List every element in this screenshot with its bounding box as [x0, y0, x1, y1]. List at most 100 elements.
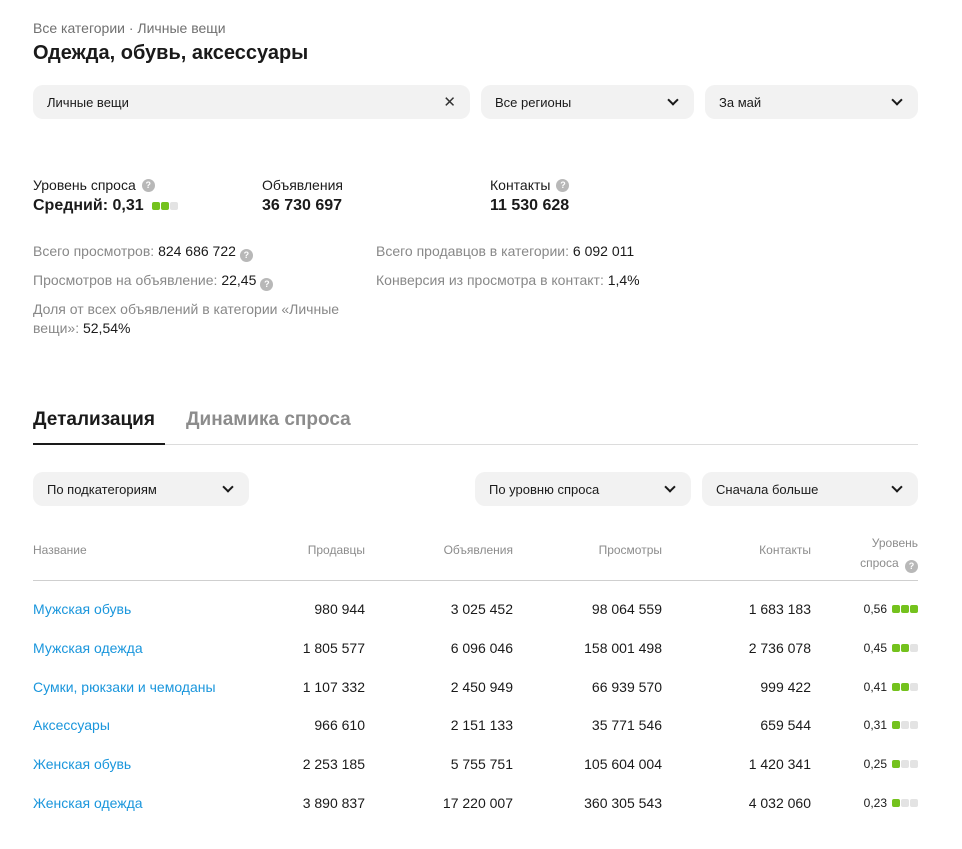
column-header-demand[interactable]: Уровень спроса ? — [860, 533, 918, 573]
contacts-label: Контакты ? — [490, 177, 570, 193]
contacts-value: 11 530 628 — [490, 197, 570, 214]
clear-icon[interactable]: ✕ — [443, 95, 456, 110]
tab-demand-dynamics[interactable]: Динамика спроса — [186, 409, 351, 431]
category-filter-value: Личные вещи — [47, 94, 129, 110]
subcategory-link[interactable]: Аксессуары — [33, 717, 110, 733]
level-square-filled — [892, 799, 900, 807]
demand-level-label: Уровень спроса ? — [33, 177, 155, 193]
total-views-value: 824 686 722 — [158, 243, 236, 259]
total-sellers-metric: Всего продавцов в категории: 6 092 011 — [376, 242, 634, 261]
column-header-sellers[interactable]: Продавцы — [308, 543, 365, 557]
chevron-down-icon — [222, 481, 234, 493]
sort-order-select[interactable]: Сначала больше — [702, 472, 918, 506]
level-square-filled — [892, 721, 900, 729]
contacts-cell: 4 032 060 — [748, 795, 811, 811]
listings-label: Объявления — [262, 177, 343, 193]
tab-details[interactable]: Детализация — [33, 409, 155, 431]
chevron-down-icon — [891, 94, 903, 106]
group-by-select[interactable]: По подкатегориям — [33, 472, 249, 506]
demand-value: 0,41 — [863, 680, 887, 694]
level-square-filled — [901, 605, 909, 613]
level-square-filled — [160, 202, 169, 210]
views-cell: 105 604 004 — [584, 756, 662, 772]
level-square-filled — [892, 683, 900, 691]
demand-cell: 0,56 — [864, 602, 918, 616]
column-header-demand-line2: спроса — [860, 556, 899, 570]
demand-level-indicator — [892, 605, 918, 613]
column-header-views[interactable]: Просмотры — [599, 543, 662, 557]
category-filter[interactable]: Личные вещи ✕ — [33, 85, 470, 119]
column-header-name[interactable]: Название — [33, 543, 87, 557]
period-select[interactable]: За май — [705, 85, 918, 119]
sort-by-select[interactable]: По уровню спроса — [475, 472, 691, 506]
conversion-label: Конверсия из просмотра в контакт: — [376, 272, 604, 288]
views-cell: 98 064 559 — [591, 601, 662, 617]
region-select-value: Все регионы — [495, 94, 572, 110]
active-tab-indicator — [33, 443, 165, 445]
breadcrumb[interactable]: Все категории · Личные вещи — [33, 20, 226, 36]
demand-level-indicator — [892, 760, 918, 768]
help-icon[interactable]: ? — [556, 178, 570, 192]
demand-level-value: Средний: 0,31 — [33, 197, 178, 215]
page-title: Одежда, обувь, аксессуары — [33, 42, 309, 64]
contacts-cell: 659 544 — [760, 717, 811, 733]
demand-level-indicator — [151, 202, 178, 210]
category-share-value: 52,54% — [82, 320, 131, 336]
level-square-filled — [892, 760, 900, 768]
sellers-cell: 1 107 332 — [302, 679, 365, 695]
level-square-filled — [910, 605, 918, 613]
demand-value: 0,56 — [863, 602, 887, 616]
contacts-cell: 999 422 — [760, 679, 811, 695]
contacts-cell: 1 683 183 — [748, 601, 811, 617]
level-square-empty — [901, 760, 909, 768]
listings-cell: 3 025 452 — [450, 601, 513, 617]
contacts-cell: 2 736 078 — [748, 640, 811, 656]
help-icon[interactable]: ? — [239, 249, 253, 262]
demand-level-indicator — [892, 799, 918, 807]
demand-cell: 0,45 — [864, 641, 918, 655]
demand-value: 0,23 — [863, 796, 887, 810]
demand-value: 0,31 — [863, 718, 887, 732]
column-header-listings[interactable]: Объявления — [444, 543, 513, 557]
tabs-divider — [33, 444, 918, 445]
category-share-metric: Доля от всех объявлений в категории «Лич… — [33, 300, 363, 338]
subcategory-link[interactable]: Мужская обувь — [33, 601, 131, 617]
column-header-demand-line1: Уровень — [871, 536, 918, 550]
table-row: Сумки, рюкзаки и чемоданы 1 107 332 2 450 … — [0, 679, 962, 701]
sellers-cell: 2 253 185 — [302, 756, 365, 772]
sellers-cell: 1 805 577 — [302, 640, 365, 656]
sellers-cell: 966 610 — [314, 717, 365, 733]
demand-level-indicator — [892, 683, 918, 691]
views-per-listing-label: Просмотров на объявление: — [33, 272, 218, 288]
listings-cell: 2 151 133 — [450, 717, 513, 733]
conversion-metric: Конверсия из просмотра в контакт: 1,4% — [376, 271, 640, 290]
sort-by-select-value: По уровню спроса — [489, 481, 600, 497]
category-share-label-line1: Доля от всех объявлений в категории «Лич… — [33, 301, 340, 317]
column-header-contacts[interactable]: Контакты — [759, 543, 811, 557]
total-sellers-label: Всего продавцов в категории: — [376, 243, 569, 259]
region-select[interactable]: Все регионы — [481, 85, 694, 119]
listings-value: 36 730 697 — [262, 197, 343, 214]
demand-cell: 0,25 — [864, 757, 918, 771]
help-icon[interactable]: ? — [905, 559, 918, 573]
level-square-empty — [901, 721, 909, 729]
level-square-empty — [901, 799, 909, 807]
total-views-label: Всего просмотров: — [33, 243, 155, 259]
subcategory-link[interactable]: Женская одежда — [33, 795, 143, 811]
help-icon[interactable]: ? — [141, 178, 155, 192]
contacts-cell: 1 420 341 — [748, 756, 811, 772]
category-share-label-line2: вещи»: — [33, 320, 80, 336]
subcategory-link[interactable]: Женская обувь — [33, 756, 131, 772]
listings-cell: 5 755 751 — [450, 756, 513, 772]
demand-value: 0,25 — [863, 757, 887, 771]
demand-level-indicator — [892, 721, 918, 729]
listings-cell: 17 220 007 — [442, 795, 513, 811]
level-square-filled — [901, 644, 909, 652]
total-sellers-value: 6 092 011 — [572, 243, 635, 259]
help-icon[interactable]: ? — [260, 278, 274, 291]
subcategory-link[interactable]: Сумки, рюкзаки и чемоданы — [33, 679, 216, 695]
subcategory-link[interactable]: Мужская одежда — [33, 640, 143, 656]
demand-level-value-text: Средний: 0,31 — [33, 197, 144, 214]
views-cell: 35 771 546 — [591, 717, 662, 733]
level-square-filled — [151, 202, 160, 210]
